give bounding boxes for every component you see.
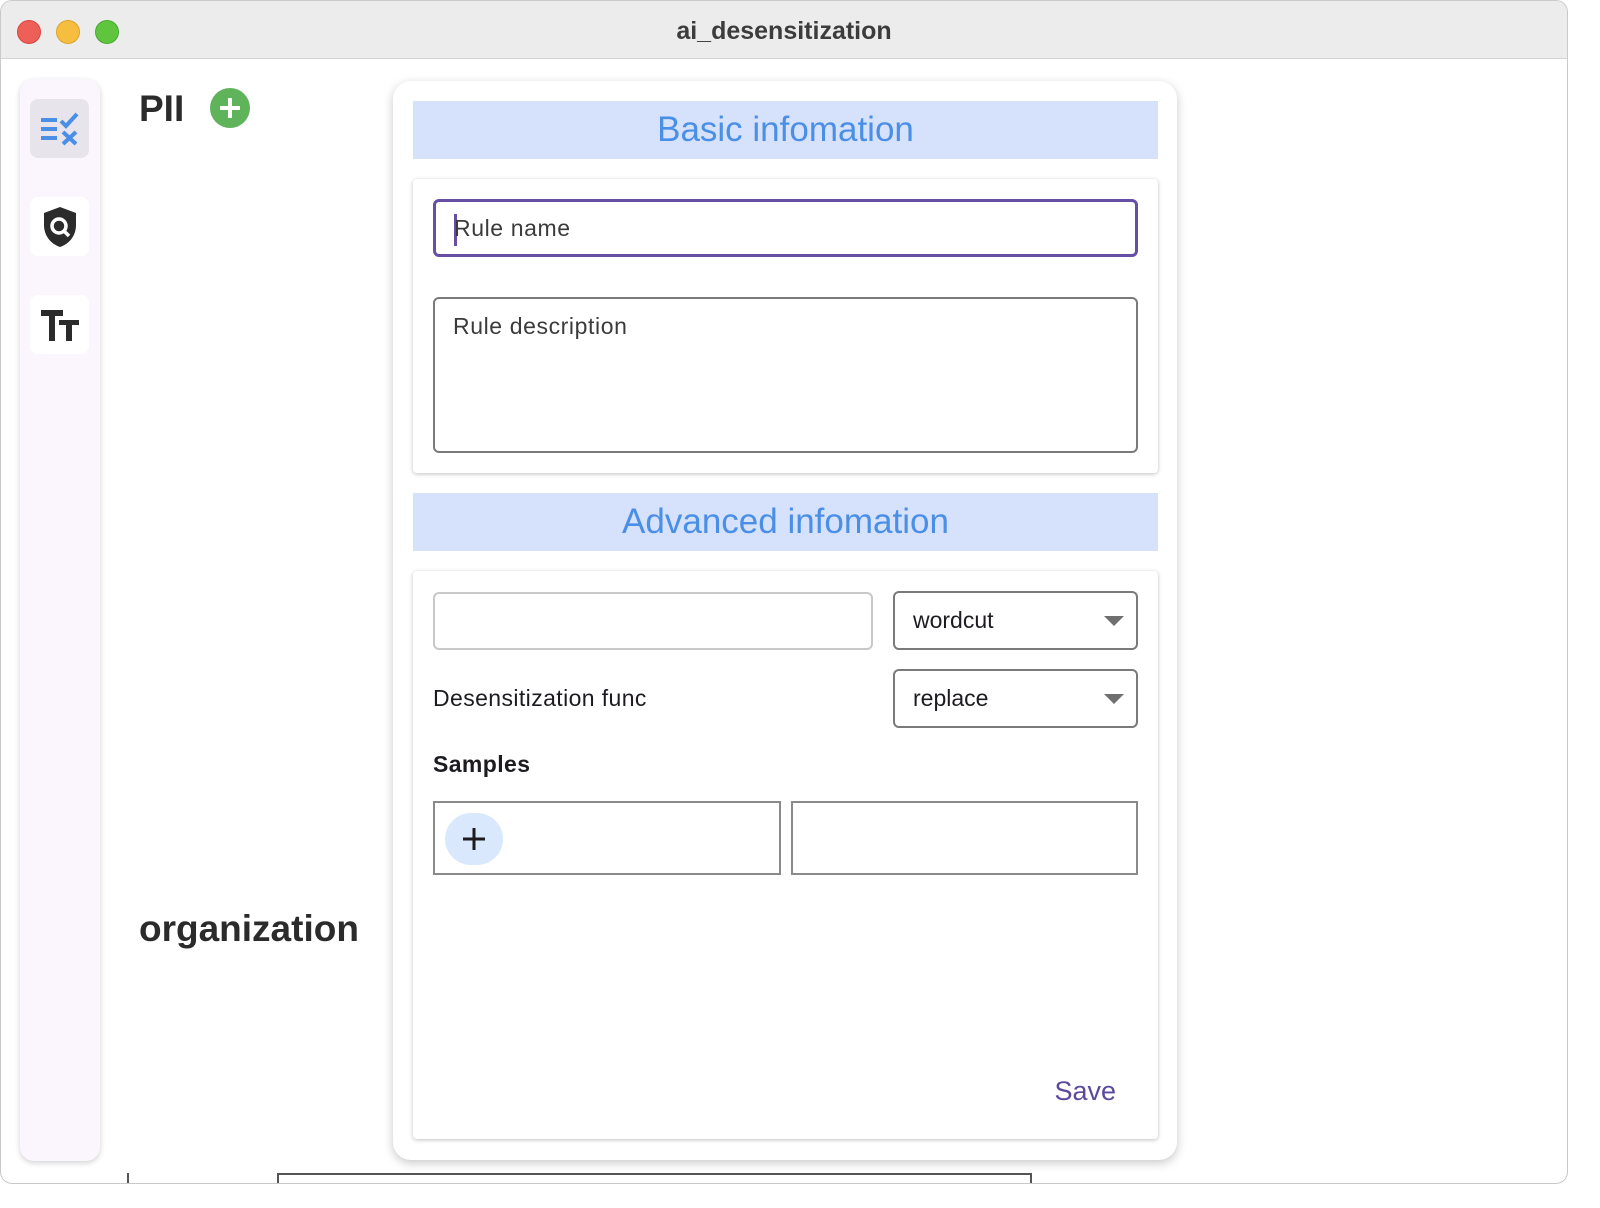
- app-window: ai_desensitization PII organization Basi…: [0, 0, 1568, 1184]
- rule-list-icon: [40, 112, 78, 145]
- nav-item-text[interactable]: [30, 295, 89, 354]
- text-size-icon: [40, 309, 79, 341]
- func-select-value: replace: [913, 685, 989, 711]
- func-select[interactable]: replace: [893, 669, 1138, 728]
- navigation-rail: [20, 79, 100, 1161]
- rule-name-input[interactable]: Rule name: [433, 199, 1138, 257]
- background-content-fragment: [127, 1171, 1527, 1183]
- organization-heading: organization: [139, 908, 359, 949]
- chevron-down-icon: [1104, 693, 1124, 704]
- nav-item-detection[interactable]: [30, 197, 89, 256]
- plus-icon: [463, 828, 485, 850]
- add-pii-button[interactable]: [210, 88, 250, 128]
- sample-input-box[interactable]: [433, 801, 781, 875]
- chevron-down-icon: [1104, 615, 1124, 626]
- pattern-input[interactable]: [433, 592, 873, 650]
- advanced-info-card: wordcut Desensitization func replace Sam…: [413, 571, 1158, 1139]
- window-title: ai_desensitization: [676, 17, 892, 45]
- nav-item-rules[interactable]: [30, 99, 89, 158]
- sample-output-box[interactable]: [791, 801, 1138, 875]
- basic-info-card: Rule name Rule description: [413, 179, 1158, 473]
- advanced-info-banner: Advanced infomation: [413, 493, 1158, 551]
- method-select[interactable]: wordcut: [893, 591, 1138, 650]
- title-bar: ai_desensitization: [1, 1, 1567, 59]
- rule-description-input[interactable]: Rule description: [433, 297, 1138, 453]
- add-sample-button[interactable]: [445, 813, 503, 865]
- plus-icon: [220, 98, 240, 118]
- basic-info-banner: Basic infomation: [413, 101, 1158, 159]
- save-button[interactable]: Save: [1054, 1076, 1116, 1107]
- rule-editor-dialog: Basic infomation Rule name Rule descript…: [393, 81, 1177, 1160]
- rule-description-placeholder: Rule description: [453, 313, 628, 339]
- method-select-value: wordcut: [913, 607, 994, 633]
- rule-name-placeholder: Rule name: [454, 215, 571, 241]
- pii-heading: PII: [139, 88, 185, 129]
- shield-search-icon: [43, 206, 76, 247]
- samples-label: Samples: [433, 751, 531, 777]
- desensitization-func-label: Desensitization func: [433, 685, 647, 711]
